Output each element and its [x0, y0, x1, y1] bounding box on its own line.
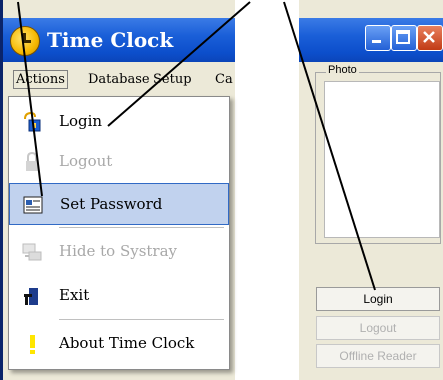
- right-title-bar[interactable]: [299, 18, 443, 62]
- menu-actions[interactable]: Actions: [13, 70, 68, 89]
- minimize-icon: [372, 40, 381, 43]
- minimize-button[interactable]: [365, 25, 391, 51]
- menu-item-login[interactable]: Login: [9, 101, 229, 141]
- menu-item-logout[interactable]: Logout: [9, 141, 229, 181]
- menu-item-about[interactable]: About Time Clock: [9, 323, 229, 363]
- login-key-icon: [21, 111, 43, 133]
- app-title: Time Clock: [47, 28, 174, 52]
- menu-item-label: Login: [59, 112, 103, 130]
- lock-icon: [21, 151, 43, 173]
- exit-door-icon: [21, 285, 43, 307]
- menu-item-label: Exit: [59, 286, 90, 304]
- info-icon: [21, 333, 43, 355]
- clock-icon: [10, 26, 40, 56]
- menu-item-exit[interactable]: Exit: [9, 275, 229, 315]
- close-button[interactable]: [417, 25, 443, 51]
- close-icon: [423, 31, 435, 43]
- photo-label: Photo: [326, 64, 359, 76]
- menu-item-label: Hide to Systray: [59, 242, 178, 260]
- menu-item-set-password[interactable]: Set Password: [9, 183, 229, 225]
- password-icon: [22, 194, 44, 216]
- offline-reader-button[interactable]: Offline Reader: [316, 344, 440, 368]
- logout-button[interactable]: Logout: [316, 316, 440, 340]
- menu-item-label: Set Password: [60, 195, 163, 213]
- login-button[interactable]: Login: [316, 287, 440, 311]
- menu-separator: [59, 319, 224, 320]
- actions-dropdown-menu: Login Logout Set Password Hide to Systra…: [8, 96, 230, 370]
- menu-separator: [59, 227, 224, 228]
- menu-item-hide-to-systray[interactable]: Hide to Systray: [9, 231, 229, 271]
- menu-database[interactable]: Database: [88, 72, 150, 87]
- menu-bar: Actions Database Setup Ca: [3, 62, 235, 96]
- right-window: Photo Login Logout Offline Reader: [299, 0, 443, 380]
- photo-group: Photo: [315, 64, 441, 244]
- maximize-icon: [396, 30, 410, 44]
- menu-setup[interactable]: Setup: [153, 72, 192, 87]
- maximize-button[interactable]: [391, 25, 417, 51]
- systray-icon: [21, 241, 43, 263]
- menu-item-label: Logout: [59, 152, 113, 170]
- menu-item-label: About Time Clock: [59, 334, 195, 352]
- title-bar[interactable]: Time Clock: [3, 18, 235, 62]
- photo-frame: [324, 81, 440, 238]
- menu-ca[interactable]: Ca: [215, 72, 233, 87]
